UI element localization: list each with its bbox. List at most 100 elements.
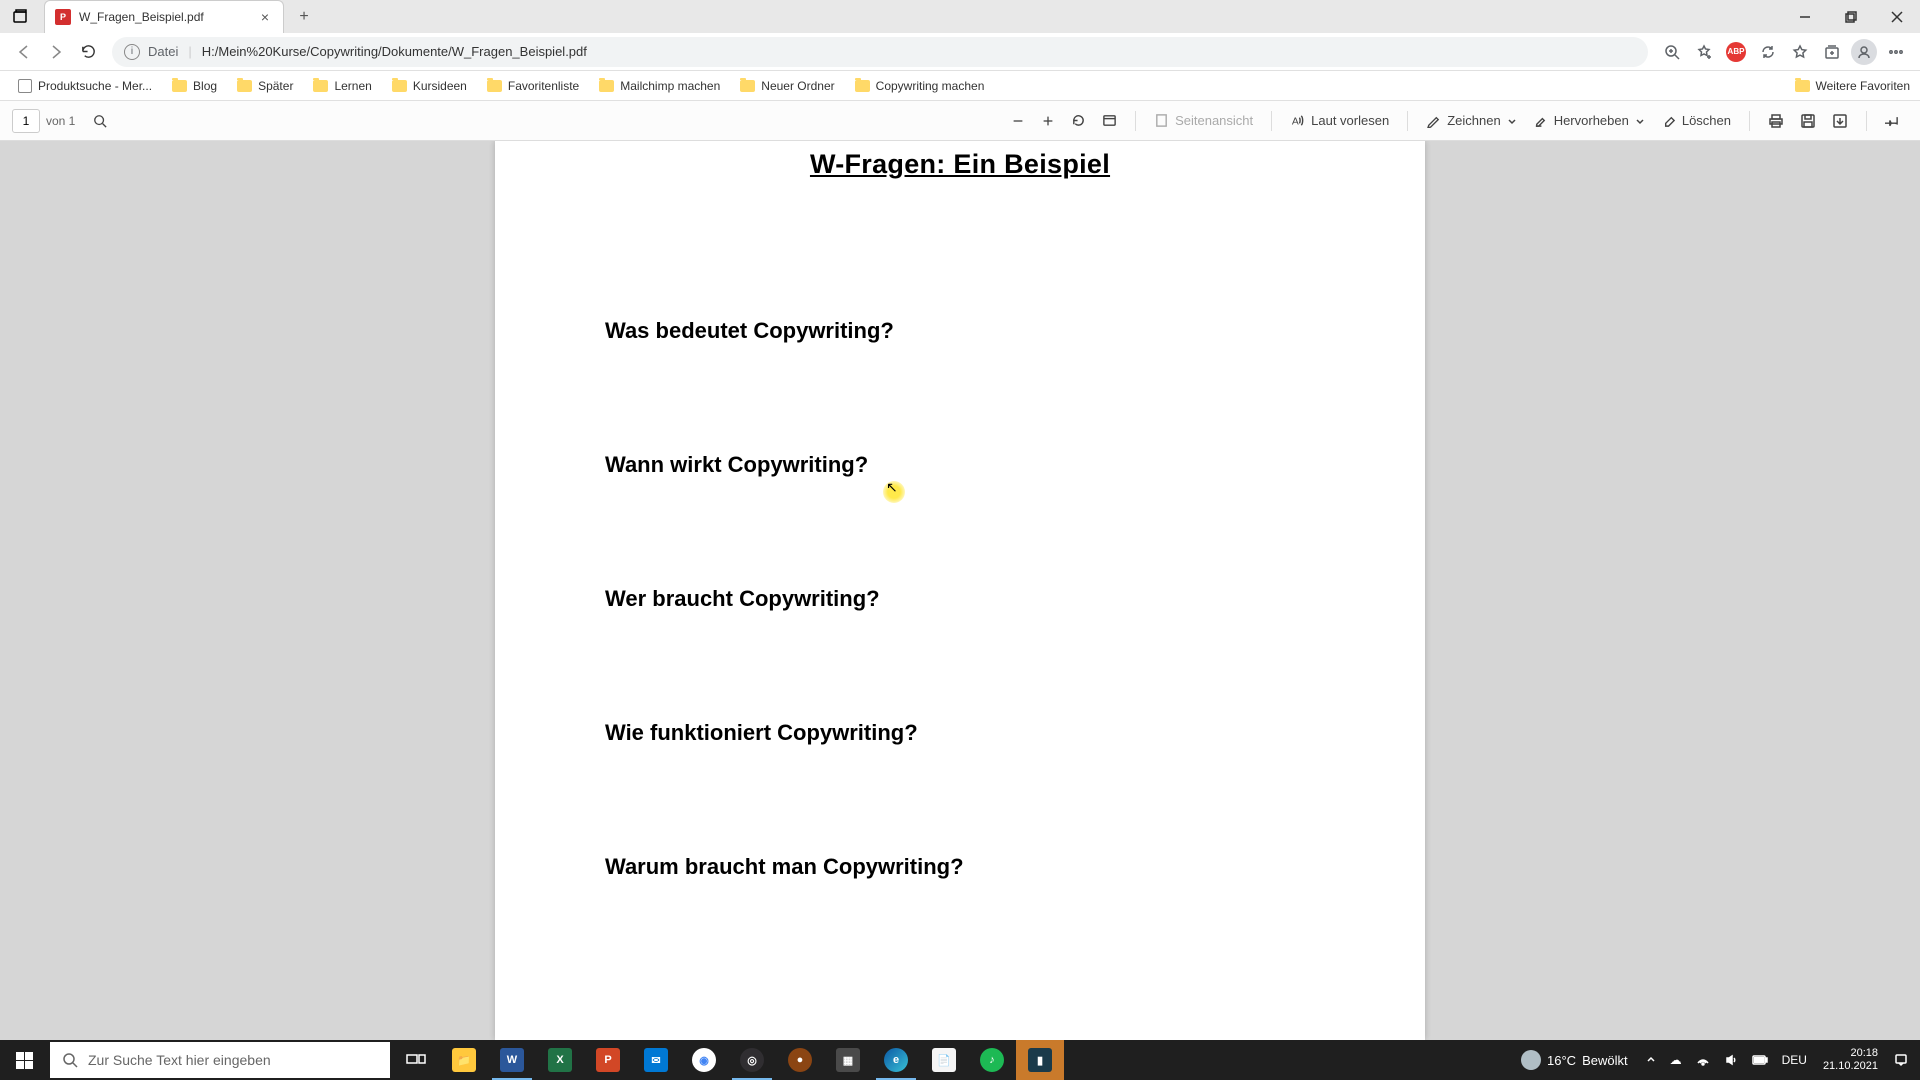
bookmark-item[interactable]: Favoritenliste xyxy=(479,76,587,96)
document-question: Wann wirkt Copywriting? xyxy=(605,452,1315,478)
maximize-button[interactable] xyxy=(1828,0,1874,33)
more-bookmarks[interactable]: Weitere Favoriten xyxy=(1795,79,1910,93)
taskbar-app-active[interactable]: ▮ xyxy=(1016,1040,1064,1080)
cloud-icon xyxy=(1521,1050,1541,1070)
folder-icon xyxy=(313,80,328,92)
save-as-button[interactable] xyxy=(1824,109,1856,133)
page-number-input[interactable] xyxy=(12,109,40,133)
taskbar-app-obs[interactable]: ◎ xyxy=(728,1040,776,1080)
address-bar: i Datei | H:/Mein%20Kurse/Copywriting/Do… xyxy=(0,33,1920,71)
page-total-label: von 1 xyxy=(46,114,75,128)
cursor-icon: ↖ xyxy=(886,479,898,496)
folder-icon xyxy=(855,80,870,92)
bookmark-item[interactable]: Kursideen xyxy=(384,76,475,96)
print-button[interactable] xyxy=(1760,109,1792,133)
save-button[interactable] xyxy=(1792,109,1824,133)
bookmark-item[interactable]: Mailchimp machen xyxy=(591,76,728,96)
favorites-icon[interactable] xyxy=(1784,36,1816,68)
erase-button[interactable]: Löschen xyxy=(1653,109,1739,132)
task-view-button[interactable] xyxy=(392,1040,440,1080)
taskbar-app-chrome[interactable]: ◉ xyxy=(680,1040,728,1080)
tab-actions-icon[interactable] xyxy=(4,0,36,33)
document-title: W-Fragen: Ein Beispiel xyxy=(605,149,1315,180)
document-question: Warum braucht man Copywriting? xyxy=(605,854,1315,880)
sync-icon[interactable] xyxy=(1752,36,1784,68)
collections-icon[interactable] xyxy=(1816,36,1848,68)
forward-button[interactable] xyxy=(40,36,72,68)
taskbar-app-explorer[interactable]: 📁 xyxy=(440,1040,488,1080)
folder-icon xyxy=(487,80,502,92)
taskbar-app-generic2[interactable]: ▦ xyxy=(824,1040,872,1080)
svg-text:A: A xyxy=(1292,116,1299,127)
tray-volume-icon[interactable] xyxy=(1718,1040,1744,1080)
folder-icon xyxy=(740,80,755,92)
bookmark-item[interactable]: Copywriting machen xyxy=(847,76,993,96)
document-question: Was bedeutet Copywriting? xyxy=(605,318,1315,344)
tray-onedrive-icon[interactable]: ☁ xyxy=(1664,1040,1688,1080)
reading-list-icon[interactable] xyxy=(1688,36,1720,68)
weather-widget[interactable]: 16°C Bewölkt xyxy=(1511,1050,1638,1070)
tray-chevron[interactable] xyxy=(1640,1040,1662,1080)
menu-button[interactable] xyxy=(1880,36,1912,68)
taskbar-app-edge[interactable]: e xyxy=(872,1040,920,1080)
folder-icon xyxy=(172,80,187,92)
page-view-button[interactable]: Seitenansicht xyxy=(1146,109,1261,132)
start-button[interactable] xyxy=(0,1040,48,1080)
bookmark-item[interactable]: Produktsuche - Mer... xyxy=(10,76,160,96)
bookmark-item[interactable]: Neuer Ordner xyxy=(732,76,842,96)
bookmark-item[interactable]: Blog xyxy=(164,76,225,96)
tray-keyboard-lang[interactable]: DEU xyxy=(1776,1040,1813,1080)
taskbar-app-powerpoint[interactable]: P xyxy=(584,1040,632,1080)
url-box[interactable]: i Datei | H:/Mein%20Kurse/Copywriting/Do… xyxy=(112,37,1648,67)
read-aloud-button[interactable]: ALaut vorlesen xyxy=(1282,109,1397,132)
minimize-button[interactable] xyxy=(1782,0,1828,33)
pdf-toolbar: von 1 Seitenansicht ALaut vorlesen Zeich… xyxy=(0,101,1920,141)
tab-title: W_Fragen_Beispiel.pdf xyxy=(79,10,257,24)
windows-search[interactable]: Zur Suche Text hier eingeben xyxy=(50,1042,390,1078)
folder-icon xyxy=(1795,80,1810,92)
rotate-button[interactable] xyxy=(1063,109,1094,132)
site-info-icon[interactable]: i xyxy=(124,44,140,60)
taskbar-app-generic1[interactable]: ● xyxy=(776,1040,824,1080)
taskbar-app-spotify[interactable]: ♪ xyxy=(968,1040,1016,1080)
reload-button[interactable] xyxy=(72,36,104,68)
pdf-viewport[interactable]: W-Fragen: Ein Beispiel Was bedeutet Copy… xyxy=(0,141,1920,1040)
tray-clock[interactable]: 20:18 21.10.2021 xyxy=(1815,1047,1886,1073)
taskbar-app-mail[interactable]: ✉ xyxy=(632,1040,680,1080)
tray-battery-icon[interactable] xyxy=(1746,1040,1774,1080)
profile-button[interactable] xyxy=(1848,36,1880,68)
back-button[interactable] xyxy=(8,36,40,68)
window-titlebar: P W_Fragen_Beispiel.pdf × + xyxy=(0,0,1920,33)
close-tab-button[interactable]: × xyxy=(257,9,273,25)
bookmark-item[interactable]: Lernen xyxy=(305,76,379,96)
url-scheme: Datei xyxy=(148,44,178,59)
folder-icon xyxy=(237,80,252,92)
adblock-icon[interactable]: ABP xyxy=(1720,36,1752,68)
zoom-in-button[interactable] xyxy=(1033,110,1063,132)
folder-icon xyxy=(392,80,407,92)
taskbar-app-word[interactable]: W xyxy=(488,1040,536,1080)
fit-page-button[interactable] xyxy=(1094,109,1125,132)
browser-tab[interactable]: P W_Fragen_Beispiel.pdf × xyxy=(44,0,284,33)
taskbar-app-notepad[interactable]: 📄 xyxy=(920,1040,968,1080)
pdf-page: W-Fragen: Ein Beispiel Was bedeutet Copy… xyxy=(495,141,1425,1040)
find-button[interactable] xyxy=(85,110,115,132)
bookmark-item[interactable]: Später xyxy=(229,76,301,96)
new-tab-button[interactable]: + xyxy=(290,3,318,31)
taskbar-app-excel[interactable]: X xyxy=(536,1040,584,1080)
cursor-highlight xyxy=(883,481,905,503)
pin-toolbar-button[interactable] xyxy=(1877,109,1908,132)
windows-taskbar: Zur Suche Text hier eingeben 📁 W X P ✉ ◉… xyxy=(0,1040,1920,1080)
tray-notifications-icon[interactable] xyxy=(1888,1040,1914,1080)
zoom-icon[interactable] xyxy=(1656,36,1688,68)
close-window-button[interactable] xyxy=(1874,0,1920,33)
highlight-button[interactable]: Hervorheben xyxy=(1525,109,1653,132)
draw-button[interactable]: Zeichnen xyxy=(1418,109,1524,132)
zoom-out-button[interactable] xyxy=(1003,110,1033,132)
folder-icon xyxy=(599,80,614,92)
system-tray: 16°C Bewölkt ☁ DEU 20:18 21.10.2021 xyxy=(1511,1040,1920,1080)
url-path: H:/Mein%20Kurse/Copywriting/Dokumente/W_… xyxy=(202,44,587,59)
document-question: Wie funktioniert Copywriting? xyxy=(605,720,1315,746)
document-question: Wer braucht Copywriting? xyxy=(605,586,1315,612)
tray-network-icon[interactable] xyxy=(1690,1040,1716,1080)
